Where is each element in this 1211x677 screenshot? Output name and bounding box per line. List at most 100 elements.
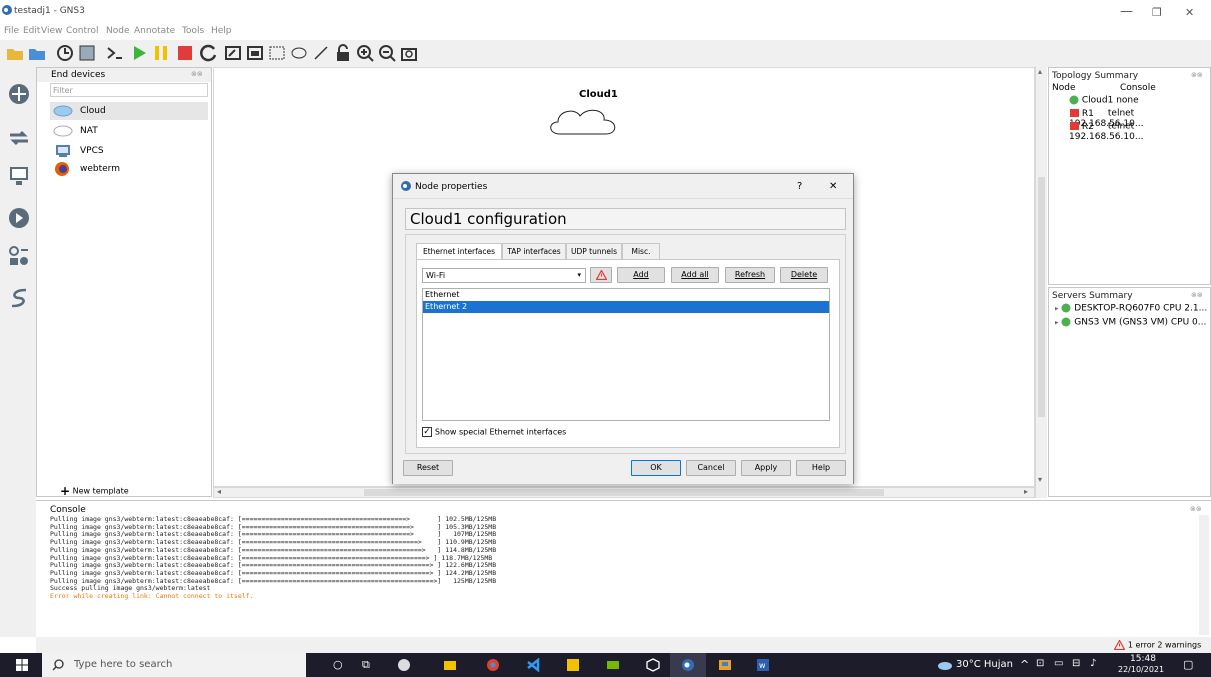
image-icon[interactable] xyxy=(246,44,264,62)
menu-node[interactable]: Node xyxy=(106,26,130,36)
open-folder-icon[interactable] xyxy=(28,44,46,62)
scroll-left-icon[interactable]: ◂ xyxy=(217,487,221,496)
clock-date[interactable]: 22/10/2021 xyxy=(1118,665,1164,674)
tab-udp-tunnels[interactable]: UDP tunnels xyxy=(566,243,622,259)
menu-annotate[interactable]: Annotate xyxy=(134,26,175,36)
reload-icon[interactable] xyxy=(200,44,218,62)
console-icon[interactable] xyxy=(106,44,124,62)
console-scrollbar[interactable] xyxy=(1199,515,1209,635)
end-devices-icon[interactable] xyxy=(8,165,30,187)
delete-button[interactable]: Delete xyxy=(780,267,828,283)
scroll-right-icon[interactable]: ▸ xyxy=(1024,487,1028,496)
help-button[interactable]: Help xyxy=(796,460,846,476)
app-vscode-icon[interactable] xyxy=(526,658,540,672)
vscroll-thumb[interactable] xyxy=(1038,177,1045,417)
line-icon[interactable] xyxy=(312,44,330,62)
start-icon[interactable] xyxy=(130,44,148,62)
cloud1-node-icon[interactable] xyxy=(544,104,624,140)
app-word-icon[interactable]: w xyxy=(756,658,770,672)
app-gns3-active[interactable] xyxy=(670,653,706,677)
menu-control[interactable]: Control xyxy=(66,26,99,36)
note-icon[interactable] xyxy=(224,44,242,62)
tab-tap-interfaces[interactable]: TAP interfaces xyxy=(502,243,566,259)
tab-misc[interactable]: Misc. xyxy=(622,243,660,259)
device-item-nat[interactable]: NAT xyxy=(50,122,208,140)
tab-ethernet-interfaces[interactable]: Ethernet interfaces xyxy=(416,243,502,259)
menu-view[interactable]: View xyxy=(41,26,62,36)
folder-icon[interactable] xyxy=(6,44,24,62)
reset-button[interactable]: Reset xyxy=(403,460,453,476)
tray-volume-icon[interactable]: ♪ xyxy=(1090,658,1096,669)
apply-button[interactable]: Apply xyxy=(741,460,791,476)
topology-close-icon[interactable]: ⊗⊗ xyxy=(1191,71,1203,79)
tray-wifi-icon[interactable]: ⊟ xyxy=(1072,658,1080,669)
pause-icon[interactable] xyxy=(152,44,170,62)
add-button[interactable]: Add xyxy=(617,267,665,283)
panel-close-icon[interactable]: ⊗⊗ xyxy=(191,70,203,78)
new-template-button[interactable]: + New template xyxy=(60,484,129,498)
console-close-icon[interactable]: ⊗⊗ xyxy=(1190,505,1202,513)
ok-button[interactable]: OK xyxy=(631,460,681,476)
device-item-webterm[interactable]: webterm xyxy=(50,160,208,178)
dialog-close-button[interactable]: ✕ xyxy=(829,181,837,192)
app-gns3-icon[interactable] xyxy=(397,658,411,672)
notification-icon[interactable]: ▢ xyxy=(1183,658,1193,671)
weather-text[interactable]: 30°C Hujan xyxy=(956,659,1013,670)
add-link-icon[interactable] xyxy=(8,287,30,309)
filter-input[interactable]: Filter xyxy=(50,83,208,97)
interface-select[interactable]: Wi-Fi ▾ xyxy=(422,268,586,283)
stop-icon[interactable] xyxy=(176,44,194,62)
app-sticky-icon[interactable] xyxy=(566,658,580,672)
menu-tools[interactable]: Tools xyxy=(182,26,204,36)
server-item-local[interactable]: ▸ DESKTOP-RQ607F0 CPU 2.1... xyxy=(1055,303,1207,314)
tray-chevron-up-icon[interactable]: ^ xyxy=(1020,658,1029,671)
server-item-vm[interactable]: ▸ GNS3 VM (GNS3 VM) CPU 0... xyxy=(1055,317,1206,328)
task-view-icon[interactable]: ⧉ xyxy=(362,658,370,672)
switches-icon[interactable] xyxy=(8,127,30,149)
scroll-down-icon[interactable]: ▾ xyxy=(1038,475,1042,484)
minimize-button[interactable]: — xyxy=(1120,4,1133,19)
snapshot-icon[interactable] xyxy=(78,44,96,62)
app-paint-icon[interactable] xyxy=(718,658,732,672)
taskbar-search[interactable]: Type here to search xyxy=(42,653,306,677)
menu-help[interactable]: Help xyxy=(211,26,232,36)
cancel-button[interactable]: Cancel xyxy=(686,460,736,476)
zoom-out-icon[interactable] xyxy=(378,44,396,62)
device-item-cloud[interactable]: Cloud xyxy=(50,102,208,120)
scroll-thumb[interactable] xyxy=(364,489,884,496)
list-item-ethernet[interactable]: Ethernet xyxy=(423,289,829,301)
all-devices-icon[interactable] xyxy=(8,245,30,267)
clock-time[interactable]: 15:48 xyxy=(1130,654,1156,664)
servers-close-icon[interactable]: ⊗⊗ xyxy=(1191,291,1203,299)
topo-row-cloud1[interactable]: Cloud1 none xyxy=(1069,95,1139,106)
menu-file[interactable]: File xyxy=(4,26,19,36)
lock-icon[interactable] xyxy=(334,44,352,62)
dialog-help-button[interactable]: ? xyxy=(797,181,802,192)
ellipse-icon[interactable] xyxy=(290,44,308,62)
security-devices-icon[interactable] xyxy=(8,207,30,229)
add-all-button[interactable]: Add all xyxy=(671,267,719,283)
windows-start-icon[interactable] xyxy=(16,659,28,671)
tray-battery-icon[interactable]: ▭ xyxy=(1054,658,1063,669)
maximize-button[interactable]: ❐ xyxy=(1152,6,1162,19)
list-item-ethernet-2[interactable]: Ethernet 2 xyxy=(423,301,829,313)
screenshot-icon[interactable] xyxy=(400,44,418,62)
cortana-icon[interactable]: ○ xyxy=(333,658,343,671)
scroll-up-icon[interactable]: ▴ xyxy=(1038,67,1042,76)
special-interfaces-checkbox[interactable]: ✓ Show special Ethernet interfaces xyxy=(422,427,566,438)
close-button[interactable]: ✕ xyxy=(1185,6,1194,19)
routers-icon[interactable] xyxy=(8,83,30,105)
zoom-in-icon[interactable] xyxy=(356,44,374,62)
warning-button[interactable] xyxy=(590,267,612,283)
app-nvidia-icon[interactable] xyxy=(606,658,620,672)
app-chrome-icon[interactable] xyxy=(486,658,500,672)
refresh-button[interactable]: Refresh xyxy=(725,267,775,283)
app-virtualbox-icon[interactable] xyxy=(646,658,660,672)
error-status[interactable]: 1 error 2 warnings xyxy=(1113,639,1201,651)
topo-row-r2[interactable]: R2 telnet 192.168.56.10... xyxy=(1069,121,1210,142)
menu-edit[interactable]: Edit xyxy=(23,26,40,36)
app-explorer-icon[interactable] xyxy=(443,658,457,672)
device-item-vpcs[interactable]: VPCS xyxy=(50,142,208,160)
clock-icon[interactable] xyxy=(56,44,74,62)
rectangle-icon[interactable] xyxy=(268,44,286,62)
